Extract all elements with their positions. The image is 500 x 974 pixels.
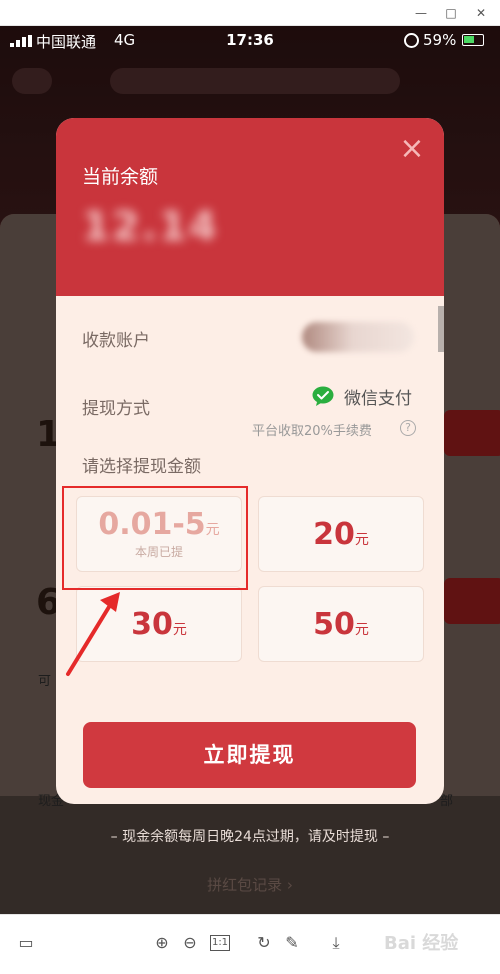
annotation-highlight-box [62,486,248,590]
method-label: 提现方式 [82,399,150,419]
actual-size-button[interactable]: 1:1 [210,935,230,951]
close-window-button[interactable]: ✕ [472,4,490,22]
account-label: 收款账户 [82,331,150,351]
annotation-arrow-icon [66,592,120,676]
download-icon[interactable]: ⤓ [326,933,346,953]
screenshot-viewer: — □ ✕ 1 6 可 现金 部 中国联通 4G 17:36 59% × 当前余… [0,0,500,974]
close-icon[interactable]: × [399,134,425,164]
amount-option[interactable]: 20元 [258,496,424,572]
balance-label: 当前余额 [82,166,159,188]
method-value[interactable]: 微信支付 [344,384,412,409]
minimize-button[interactable]: — [412,4,430,22]
amount-value: 20 [313,517,355,552]
edit-icon[interactable]: ✎ [282,933,302,953]
amount-unit: 元 [172,622,187,638]
amount-unit: 元 [354,622,369,638]
account-avatar-blurred [302,322,414,352]
status-bar: 中国联通 4G 17:36 59% [0,26,500,56]
battery-icon [462,34,484,46]
thumbnail-icon[interactable]: ▭ [16,933,36,953]
withdraw-button[interactable]: 立即提现 [83,722,416,788]
amount-option[interactable]: 50元 [258,586,424,662]
amount-value: 50 [313,607,355,642]
viewer-toolbar: ▭ ⊕ ⊖ 1:1 ↻ ✎ ⤓ Bai 经验 [0,914,500,974]
fee-note: 平台收取20%手续费 [252,424,372,439]
amount-value: 30 [131,607,173,642]
expiry-note: – 现金余额每周日晚24点过期，请及时提现 – [110,829,390,845]
withdraw-dialog: × 当前余额 12.14 收款账户 提现方式 微信支付 平台收取20%手续费 ?… [56,118,444,804]
zoom-out-icon[interactable]: ⊖ [180,933,200,953]
amount-unit: 元 [354,532,369,548]
history-link[interactable]: 拼红包记录 › [0,874,500,895]
maximize-button[interactable]: □ [442,4,460,22]
help-icon[interactable]: ? [400,420,416,436]
battery-percentage: 59% [423,31,457,49]
wechat-icon [312,386,334,406]
rotate-icon[interactable]: ↻ [254,933,274,953]
window-title-bar: — □ ✕ [0,0,500,26]
amount-prompt: 请选择提现金额 [82,457,201,477]
rotation-lock-icon [404,33,419,48]
battery-fill [464,36,474,43]
phone-screen: 1 6 可 现金 部 中国联通 4G 17:36 59% × 当前余额 12.1… [0,26,500,914]
balance-value: 12.14 [82,204,219,250]
zoom-in-icon[interactable]: ⊕ [152,933,172,953]
scrollbar[interactable] [438,306,444,352]
watermark-logo: Bai 经验 [384,933,459,954]
balance-header: × 当前余额 12.14 [56,118,444,296]
